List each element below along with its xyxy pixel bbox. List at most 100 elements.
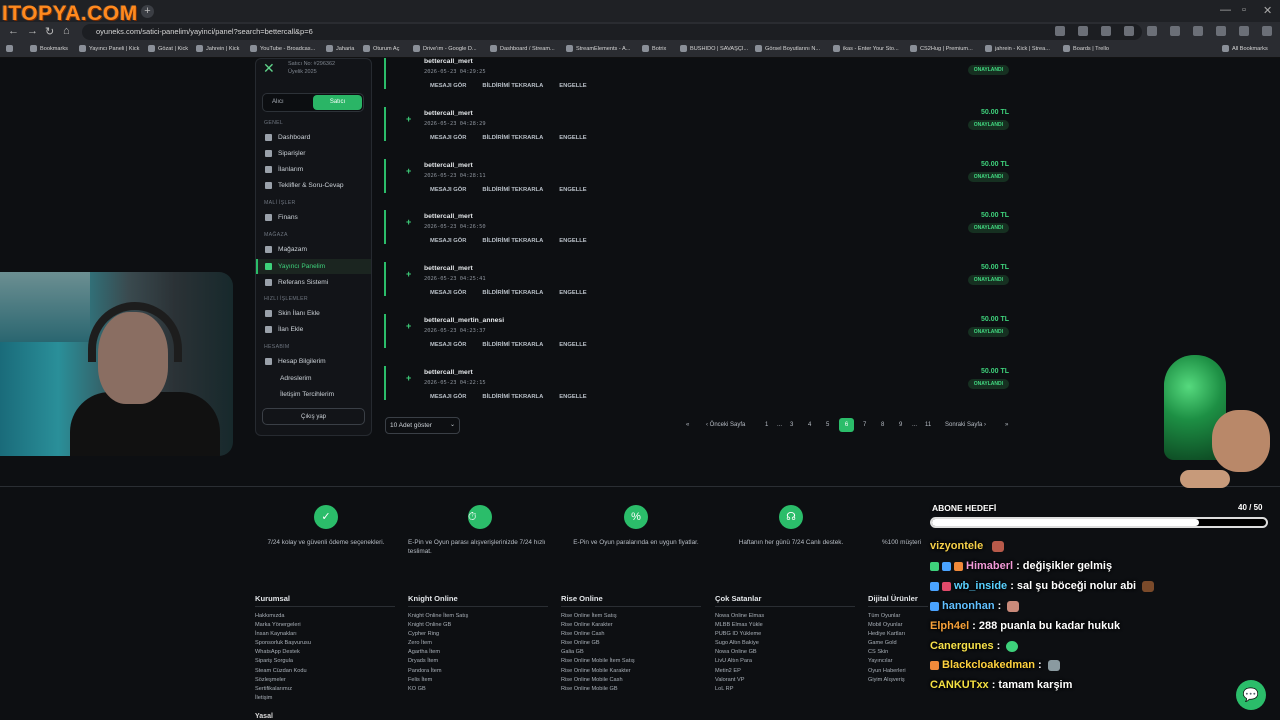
footer-link[interactable]: Galia GB	[561, 648, 701, 657]
footer-link[interactable]: Rise Online Cash	[561, 630, 701, 639]
expand-icon[interactable]: +	[406, 373, 411, 383]
footer-link[interactable]: Mobil Oyunlar	[868, 621, 928, 630]
extension-icon[interactable]	[1101, 26, 1111, 36]
expand-icon[interactable]: +	[406, 114, 411, 124]
block-button[interactable]: ENGELLE	[559, 290, 586, 296]
view-message-button[interactable]: MESAJI GÖR	[430, 342, 466, 348]
footer-link[interactable]: Pandora İtem	[408, 667, 548, 676]
buyer-tab[interactable]: Alıcı	[272, 99, 284, 105]
sidebar-item-add-skin[interactable]: Skin İlanı Ekle	[265, 310, 320, 317]
footer-link[interactable]: LoL RP	[715, 685, 855, 694]
footer-link[interactable]: Sipariş Sorgula	[255, 657, 395, 666]
footer-link[interactable]: Rise Online Mobile Cash	[561, 676, 701, 685]
footer-link[interactable]: Nowa Online Elmas	[715, 612, 855, 621]
bookmark-item[interactable]: Görsel Boyutlarını N...	[755, 45, 820, 52]
footer-link[interactable]: Dryads İtem	[408, 657, 548, 666]
bookmark-item[interactable]: Yayıncı Paneli | Kick	[79, 45, 139, 52]
footer-link[interactable]: Yayıncılar	[868, 657, 928, 666]
sidebar-item-contact-prefs[interactable]: İletişim Tercihlerim	[280, 391, 334, 398]
sidebar-item-store[interactable]: Mağazam	[265, 246, 307, 253]
footer-link[interactable]: Felis İtem	[408, 676, 548, 685]
bookmark-item[interactable]: YouTube - Broadcas...	[250, 45, 315, 52]
reload-icon[interactable]: ↻	[45, 25, 54, 38]
footer-link[interactable]: LivU Altın Para	[715, 657, 855, 666]
expand-icon[interactable]: +	[406, 321, 411, 331]
sidebar-item-referral[interactable]: Referans Sistemi	[265, 279, 328, 286]
footer-link[interactable]: Sugo Altın Bakiye	[715, 639, 855, 648]
page-button[interactable]: 4	[808, 422, 811, 428]
view-message-button[interactable]: MESAJI GÖR	[430, 187, 466, 193]
replay-alert-button[interactable]: BİLDİRİMİ TEKRARLA	[482, 187, 543, 193]
view-message-button[interactable]: MESAJI GÖR	[430, 394, 466, 400]
replay-alert-button[interactable]: BİLDİRİMİ TEKRARLA	[482, 394, 543, 400]
extension-icon[interactable]	[1124, 26, 1134, 36]
bookmark-item[interactable]: jahrein - Kick | Strea...	[985, 45, 1050, 52]
block-button[interactable]: ENGELLE	[559, 342, 586, 348]
forward-icon[interactable]: →	[27, 25, 38, 37]
replay-alert-button[interactable]: BİLDİRİMİ TEKRARLA	[482, 342, 543, 348]
bookmark-item[interactable]: Gözat | Kick	[148, 45, 188, 52]
replay-alert-button[interactable]: BİLDİRİMİ TEKRARLA	[482, 290, 543, 296]
sidebar-item-account[interactable]: Hesap Bilgilerim	[265, 358, 326, 365]
bookmark-item[interactable]: Jaharia	[326, 45, 354, 52]
page-button[interactable]: 9	[899, 422, 902, 428]
extension-icon[interactable]	[1147, 26, 1157, 36]
footer-link[interactable]: PUBG ID Yükleme	[715, 630, 855, 639]
back-icon[interactable]: ←	[8, 25, 19, 37]
view-message-button[interactable]: MESAJI GÖR	[430, 135, 466, 141]
block-button[interactable]: ENGELLE	[559, 83, 586, 89]
sidebar-item-listings[interactable]: İlanlarım	[265, 166, 303, 173]
footer-link[interactable]: Knight Online İtem Satış	[408, 612, 548, 621]
bookmark-item[interactable]: Oturum Aç	[363, 45, 399, 52]
bookmark-item[interactable]: Bookmarks	[30, 45, 68, 52]
footer-link[interactable]: Rise Online Karakter	[561, 621, 701, 630]
expand-icon[interactable]: +	[406, 166, 411, 176]
home-icon[interactable]: ⌂	[63, 25, 70, 37]
footer-link[interactable]: Zero İtem	[408, 639, 548, 648]
extension-icon[interactable]	[1170, 26, 1180, 36]
current-page-button[interactable]: 6	[839, 418, 854, 432]
extension-icon[interactable]	[1193, 26, 1203, 36]
replay-alert-button[interactable]: BİLDİRİMİ TEKRARLA	[482, 135, 543, 141]
bookmark-item[interactable]: BUSHIDO | SAVAŞÇI...	[680, 45, 748, 52]
menu-icon[interactable]	[1262, 26, 1272, 36]
extension-icon[interactable]	[1078, 26, 1088, 36]
footer-link[interactable]: Rise Online Mobile İtem Satış	[561, 657, 701, 666]
sidebar-item-offers[interactable]: Teklifler & Soru-Cevap	[265, 182, 344, 189]
sidebar-item-orders[interactable]: Siparişler	[265, 150, 305, 157]
footer-link[interactable]: İletişim	[255, 694, 395, 703]
footer-link[interactable]: Oyun Haberleri	[868, 667, 928, 676]
block-button[interactable]: ENGELLE	[559, 135, 586, 141]
bookmark-item[interactable]: Jahrein | Kick	[196, 45, 239, 52]
apps-icon[interactable]	[6, 45, 13, 52]
seller-tab[interactable]: Satıcı	[313, 95, 362, 110]
first-page-button[interactable]: «	[686, 422, 689, 428]
bookmark-item[interactable]: Drive'ım - Google D...	[413, 45, 477, 52]
maximize-icon[interactable]: ▫	[1242, 4, 1246, 16]
footer-link[interactable]: Cypher Ring	[408, 630, 548, 639]
footer-link[interactable]: Marka Yönergeleri	[255, 621, 395, 630]
footer-link[interactable]: Hakkımızda	[255, 612, 395, 621]
sidebar-item-addresses[interactable]: Adreslerim	[280, 375, 312, 382]
live-chat-button[interactable]: 💬	[1236, 680, 1266, 710]
page-button[interactable]: 5	[826, 422, 829, 428]
footer-link[interactable]: Hediye Kartları	[868, 630, 928, 639]
replay-alert-button[interactable]: BİLDİRİMİ TEKRARLA	[482, 238, 543, 244]
footer-link[interactable]: Sponsorluk Başvurusu	[255, 639, 395, 648]
close-icon[interactable]: ✕	[1263, 4, 1272, 17]
view-message-button[interactable]: MESAJI GÖR	[430, 290, 466, 296]
page-button[interactable]: 7	[863, 422, 866, 428]
bookmark-item[interactable]: StreamElements - A...	[566, 45, 630, 52]
page-button[interactable]: 8	[881, 422, 884, 428]
footer-link[interactable]: Metin2 EP	[715, 667, 855, 676]
footer-link[interactable]: Valorant VP	[715, 676, 855, 685]
page-button[interactable]: 1	[765, 422, 768, 428]
logout-button[interactable]: Çıkış yap	[262, 408, 365, 425]
profile-avatar[interactable]	[1239, 26, 1249, 36]
replay-alert-button[interactable]: BİLDİRİMİ TEKRARLA	[482, 83, 543, 89]
footer-link[interactable]: WhatsApp Destek	[255, 648, 395, 657]
expand-icon[interactable]: +	[406, 269, 411, 279]
minimize-icon[interactable]: —	[1220, 4, 1231, 16]
view-message-button[interactable]: MESAJI GÖR	[430, 238, 466, 244]
new-tab-button[interactable]: +	[141, 5, 154, 18]
